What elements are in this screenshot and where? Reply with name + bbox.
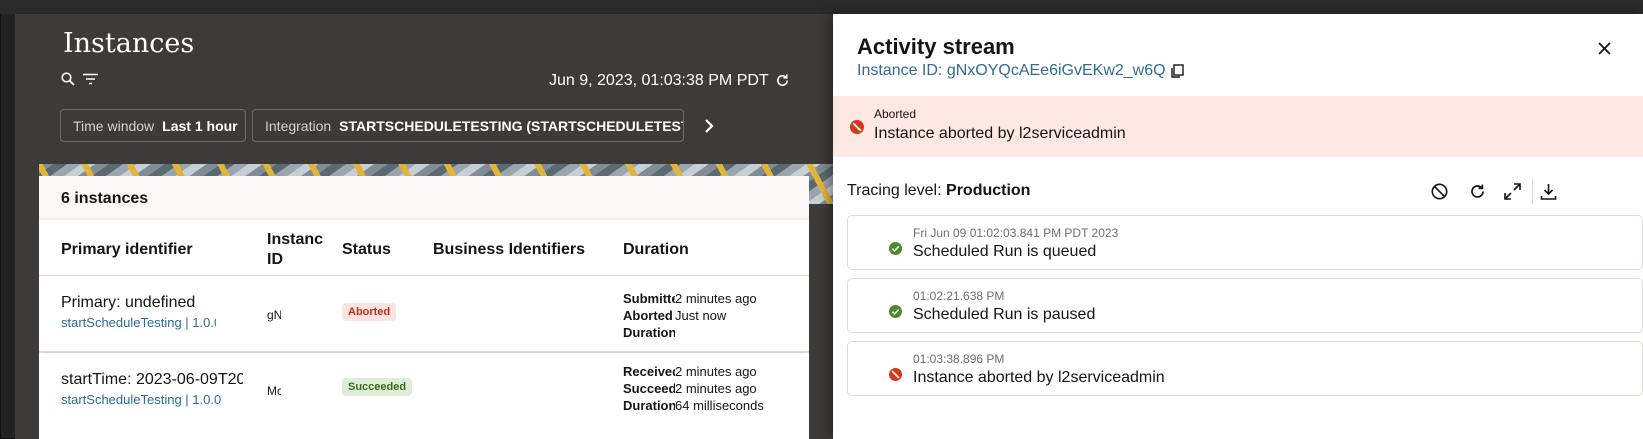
error-icon <box>850 120 864 134</box>
table-header: Primary identifier Instanc ID Status Bus… <box>39 220 809 276</box>
table-row[interactable]: startTime: 2023-06-09T20 startScheduleTe… <box>39 353 809 439</box>
tracing-label: Tracing level: <box>847 182 942 199</box>
table-row[interactable]: Primary: undefined startScheduleTesting … <box>39 276 809 352</box>
duration-key: Duration <box>623 398 675 413</box>
page-title: Instances <box>63 28 195 59</box>
duration-key: Succeeded <box>623 381 675 396</box>
duration-value: 2 minutes ago <box>675 381 757 396</box>
duration-key: Received <box>623 364 675 379</box>
header-instance-id-line2: ID <box>267 251 283 268</box>
download-icon[interactable] <box>1537 180 1559 202</box>
duration-key: Submitted <box>623 291 675 306</box>
row-instance-id[interactable]: Mc <box>267 384 281 398</box>
toolbar-divider <box>1532 178 1533 204</box>
top-bar <box>0 0 1643 14</box>
filter-chip-key: Integration <box>265 117 332 134</box>
row-duration: Submitted2 minutes ago AbortedJust now D… <box>623 290 809 341</box>
header-duration[interactable]: Duration <box>623 240 689 260</box>
duration-value: 2 minutes ago <box>675 291 757 306</box>
event-description: Instance aborted by l2serviceadmin <box>913 369 1165 386</box>
activity-event[interactable]: Fri Jun 09 01:02:03.841 PM PDT 2023 Sche… <box>847 215 1643 270</box>
instance-id-text: Instance ID: gNxOYQcAEe6iGvEKw2_w6Q <box>857 62 1166 79</box>
filter-chip-value: Last 1 hour <box>162 117 238 134</box>
status-badge: Succeeded <box>342 378 413 396</box>
filter-chip-time-window[interactable]: Time window Last 1 hour <box>60 109 246 142</box>
tracing-value: Production <box>946 182 1031 199</box>
copy-icon[interactable] <box>1170 64 1184 78</box>
filter-chip-integration[interactable]: Integration STARTSCHEDULETESTING (STARTS… <box>252 109 684 142</box>
duration-value: 2 minutes ago <box>675 364 757 379</box>
duration-key: Aborted <box>623 308 673 323</box>
duration-key: Duration <box>623 325 675 340</box>
event-description: Scheduled Run is queued <box>913 243 1097 260</box>
row-integration-link[interactable]: startScheduleTesting | 1.0.0 <box>61 392 231 407</box>
duration-value: Just now <box>675 308 727 323</box>
instances-count: 6 instances <box>61 190 149 207</box>
row-primary-identifier: startTime: 2023-06-09T20 <box>61 371 243 388</box>
instance-id-link[interactable]: Instance ID: gNxOYQcAEe6iGvEKw2_w6Q <box>857 62 1184 80</box>
activity-event[interactable]: 01:02:21.638 PM Scheduled Run is paused <box>847 278 1643 333</box>
instances-page: Instances Jun 9, 2023, 01:03:38 PM PDT T… <box>15 14 833 439</box>
row-status: Succeeded <box>342 377 413 396</box>
success-icon <box>889 242 902 260</box>
row-status: Aborted <box>342 302 397 321</box>
event-description: Scheduled Run is paused <box>913 306 1096 323</box>
cancel-icon[interactable] <box>1428 180 1450 202</box>
activity-stream-panel: Activity stream Instance ID: gNxOYQcAEe6… <box>833 14 1643 439</box>
expand-icon[interactable] <box>1501 180 1523 202</box>
header-primary-identifier[interactable]: Primary identifier <box>61 240 193 260</box>
event-timestamp: 01:03:38.896 PM <box>913 352 1005 366</box>
instances-card: 6 instances Primary identifier Instanc I… <box>39 176 809 439</box>
duration-value: 64 milliseconds <box>675 398 764 413</box>
status-badge: Aborted <box>342 303 397 321</box>
last-refreshed-time: Jun 9, 2023, 01:03:38 PM PDT <box>549 72 769 89</box>
refresh-icon[interactable] <box>773 71 791 89</box>
row-primary-identifier: Primary: undefined <box>61 294 196 311</box>
row-integration-link[interactable]: startScheduleTesting | 1.0.0 <box>61 315 216 330</box>
header-instance-id-line1: Instanc <box>267 231 324 248</box>
row-instance-id[interactable]: gN <box>267 308 281 322</box>
event-timestamp: 01:02:21.638 PM <box>913 289 1005 303</box>
search-icon[interactable] <box>60 71 76 87</box>
alert-label: Aborted <box>874 107 917 121</box>
header-status[interactable]: Status <box>342 240 391 260</box>
chevron-right-icon[interactable] <box>697 114 721 138</box>
header-instance-id[interactable]: Instanc ID <box>267 230 323 270</box>
filter-chip-key: Time window <box>73 117 155 134</box>
activity-event[interactable]: 01:03:38.896 PM Instance aborted by l2se… <box>847 341 1643 396</box>
tracing-level: Tracing level: Production <box>847 182 1030 200</box>
resubmit-icon[interactable] <box>1466 180 1488 202</box>
alert-message: Instance aborted by l2serviceadmin <box>874 125 1126 142</box>
event-timestamp: Fri Jun 09 01:02:03.841 PM PDT 2023 <box>913 226 1119 240</box>
row-duration: Received2 minutes ago Succeeded2 minutes… <box>623 363 809 414</box>
aborted-alert: Aborted Instance aborted by l2serviceadm… <box>833 96 1643 157</box>
instances-table: Primary identifier Instanc ID Status Bus… <box>39 220 809 352</box>
close-icon[interactable] <box>1593 37 1615 59</box>
header-business-identifiers[interactable]: Business Identifiers <box>433 240 585 260</box>
filter-chip-value: STARTSCHEDULETESTING (STARTSCHEDULETESTI… <box>339 117 684 134</box>
panel-title: Activity stream <box>857 34 1015 59</box>
filter-icon[interactable] <box>82 71 98 87</box>
success-icon <box>889 305 902 323</box>
error-icon <box>889 368 902 386</box>
